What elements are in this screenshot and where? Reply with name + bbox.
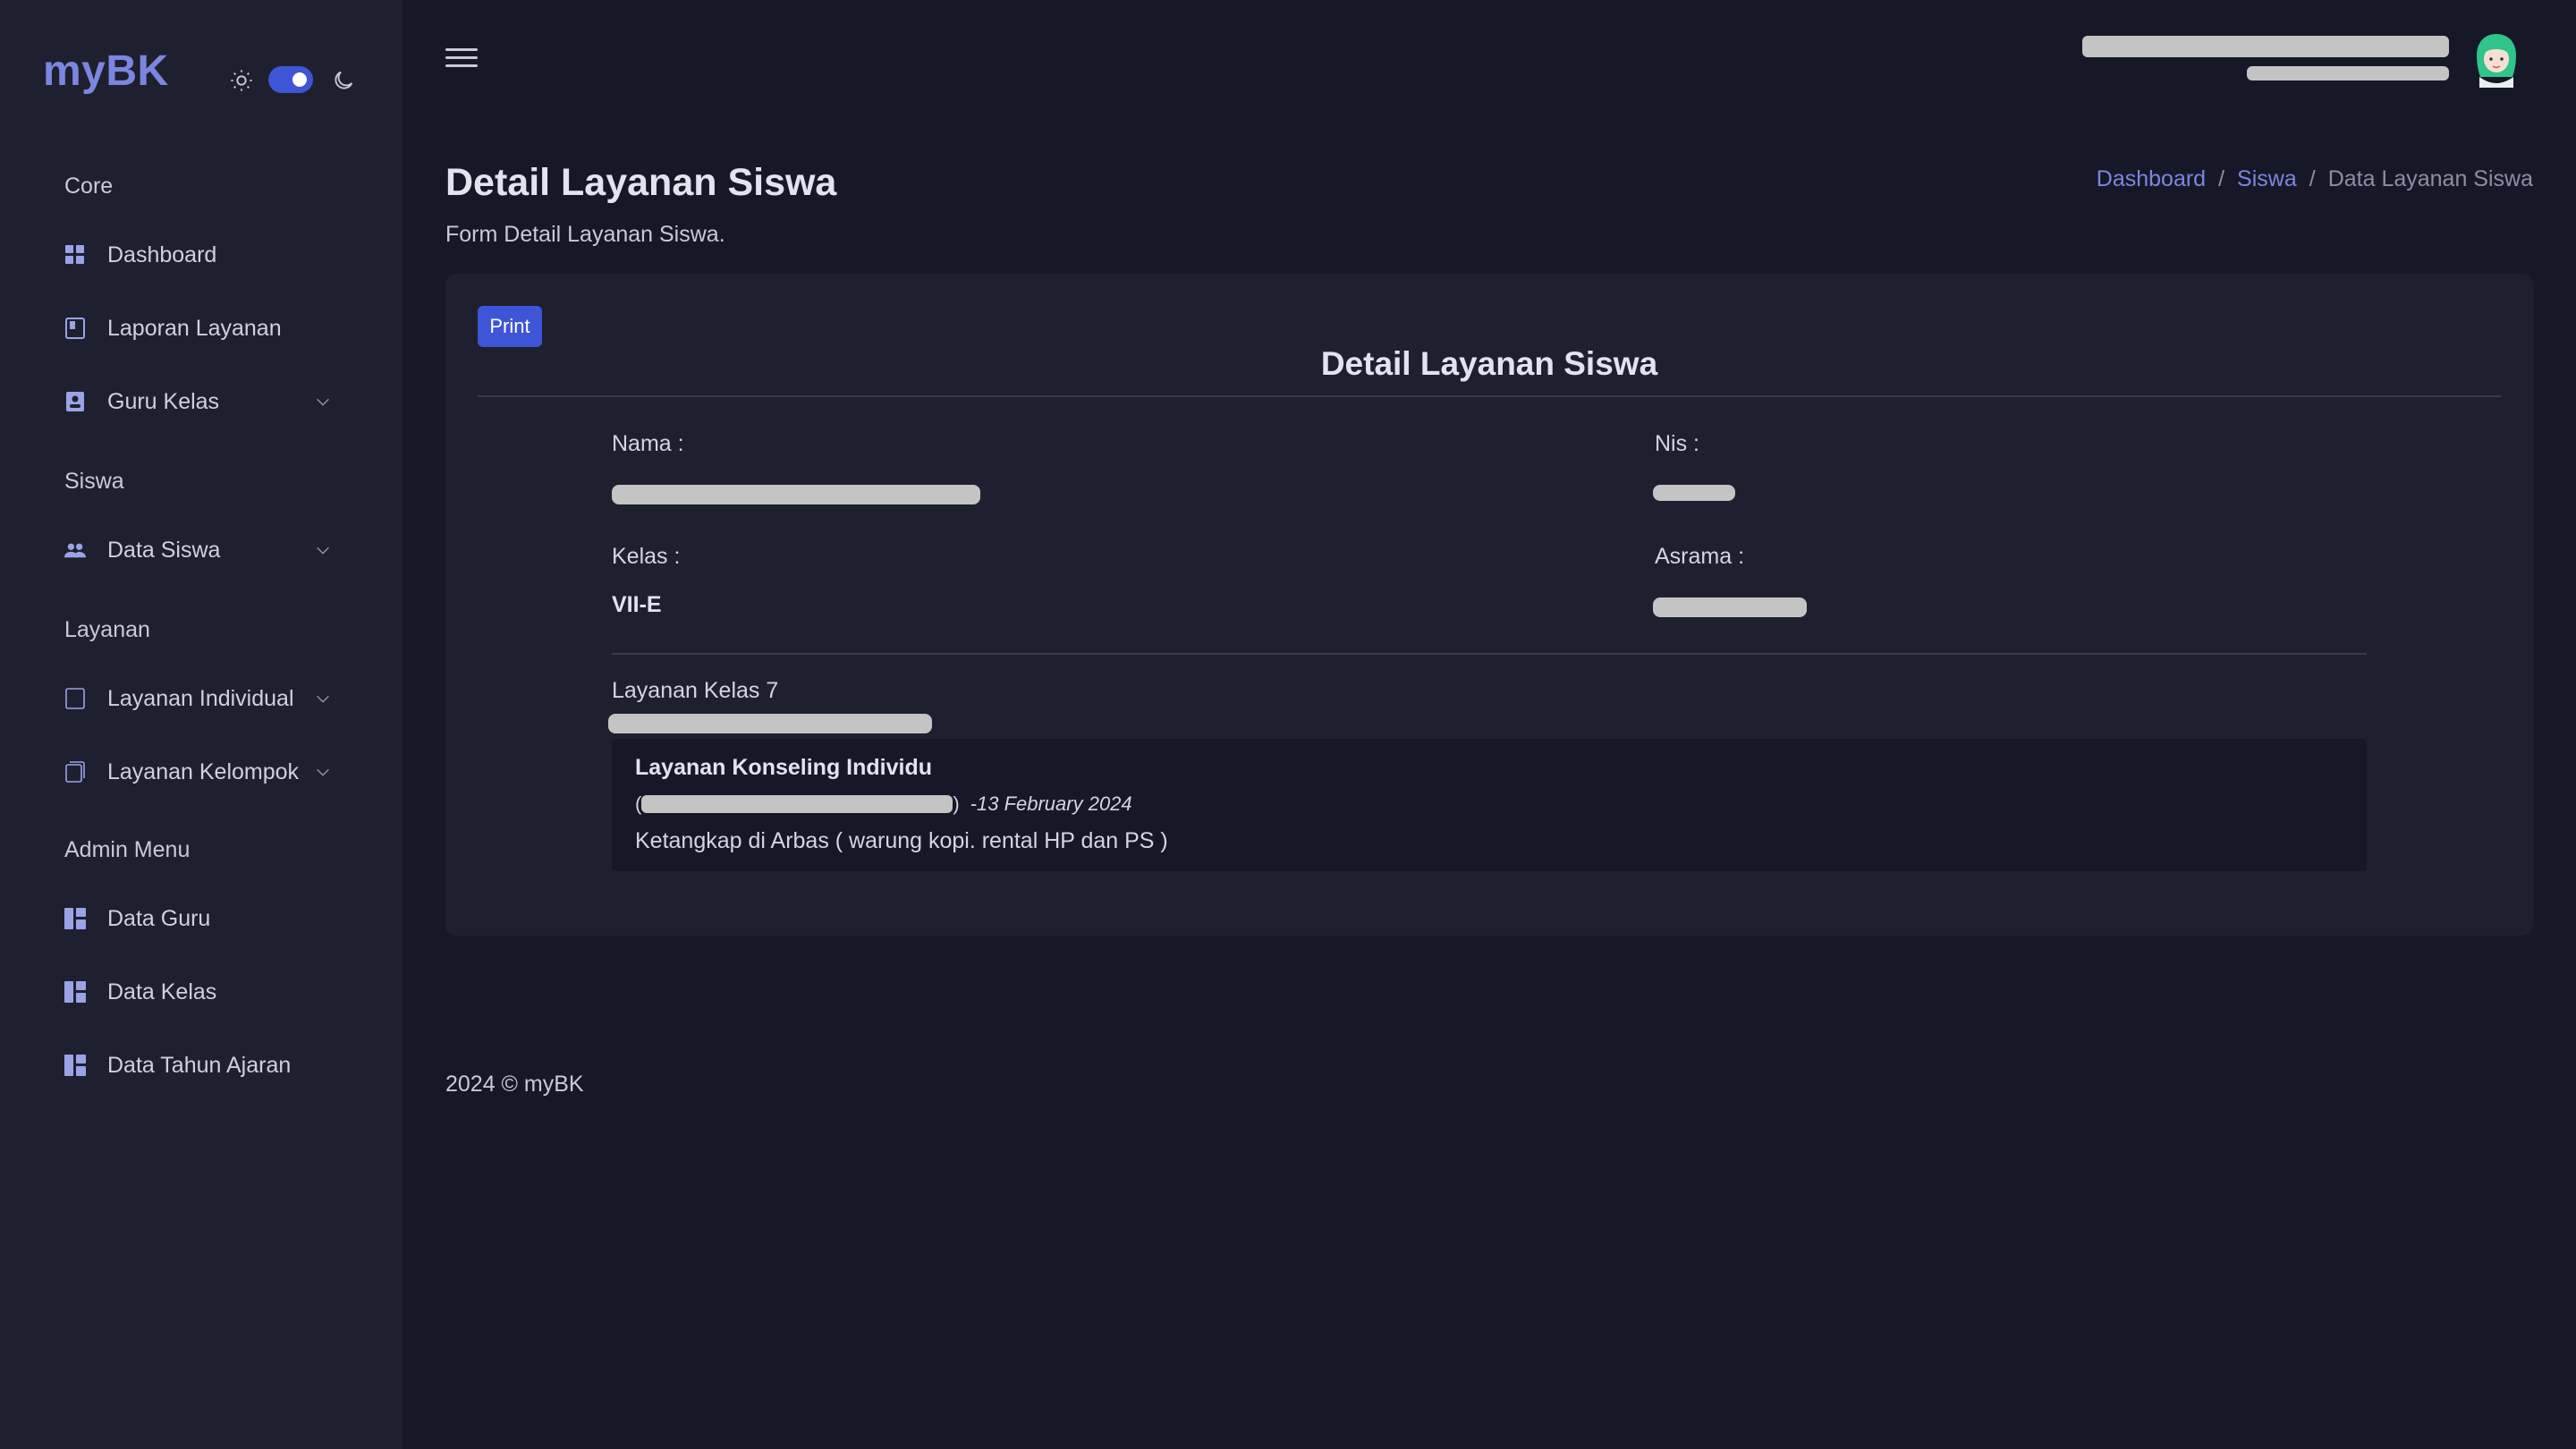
sidebar-item-data-guru[interactable]: Data Guru xyxy=(50,891,354,946)
user-avatar[interactable] xyxy=(2472,32,2521,88)
paren-close: ) xyxy=(953,792,960,815)
hamburger-line xyxy=(445,64,478,67)
print-button[interactable]: Print xyxy=(478,306,542,347)
footer: 2024 © myBK xyxy=(445,1072,584,1097)
counselor-name-redacted xyxy=(608,714,932,733)
brand-logo[interactable]: myBK xyxy=(43,47,169,96)
chevron-down-icon xyxy=(317,768,329,776)
service-description: Ketangkap di Arbas ( warung kopi. rental… xyxy=(635,828,1168,853)
kelas-value: VII-E xyxy=(612,592,662,617)
chevron-down-icon xyxy=(317,695,329,703)
card-title: Detail Layanan Siswa xyxy=(1320,345,1658,382)
sidebar-item-dashboard[interactable]: Dashboard xyxy=(50,227,354,283)
service-entry: Layanan Konseling Individu ( ) -13 Febru… xyxy=(612,739,2367,871)
nav-heading-siswa: Siswa xyxy=(64,469,124,494)
grid-icon xyxy=(64,981,86,1003)
user-role-redacted xyxy=(2247,66,2449,80)
grid-icon xyxy=(64,908,86,929)
divider xyxy=(478,395,2501,397)
users-icon xyxy=(64,539,86,561)
detail-card: Print Detail Layanan Siswa Nama : Nis : … xyxy=(445,274,2533,936)
hamburger-line xyxy=(445,48,478,51)
nav-heading-core: Core xyxy=(64,174,114,199)
sidebar-item-label: Layanan Kelompok xyxy=(107,758,300,784)
report-icon xyxy=(64,318,86,339)
sidebar-item-label: Data Guru xyxy=(107,905,211,931)
breadcrumb-siswa[interactable]: Siswa xyxy=(2237,166,2297,192)
asrama-label: Asrama : xyxy=(1655,544,1745,569)
sidebar-item-label: Data Kelas xyxy=(107,979,217,1004)
paren-open: ( xyxy=(635,792,642,815)
moon-icon xyxy=(335,71,353,89)
kelas-label: Kelas : xyxy=(612,544,681,569)
sidebar-item-label: Laporan Layanan xyxy=(107,315,282,341)
nis-value-redacted xyxy=(1653,485,1735,501)
service-meta: ( ) -13 February 2024 xyxy=(635,792,1132,816)
breadcrumb-dashboard[interactable]: Dashboard xyxy=(2097,166,2206,192)
breadcrumb: Dashboard / Siswa / Data Layanan Siswa xyxy=(2097,166,2533,192)
sun-icon xyxy=(231,70,252,91)
sidebar-item-data-siswa[interactable]: Data Siswa xyxy=(50,522,354,578)
sidebar-item-data-tahun-ajaran[interactable]: Data Tahun Ajaran xyxy=(50,1038,354,1093)
copy-icon xyxy=(64,761,86,783)
nav-heading-admin-menu: Admin Menu xyxy=(64,837,191,862)
sidebar-item-layanan-kelompok[interactable]: Layanan Kelompok xyxy=(50,744,354,800)
service-date: -13 February 2024 xyxy=(970,792,1132,815)
nama-value-redacted xyxy=(612,485,980,504)
nama-label: Nama : xyxy=(612,431,684,456)
breadcrumb-current: Data Layanan Siswa xyxy=(2327,166,2533,191)
sidebar-item-label: Layanan Individual xyxy=(107,685,294,711)
sidebar-item-layanan-individual[interactable]: Layanan Individual xyxy=(50,671,354,726)
user-name-redacted xyxy=(2082,36,2449,57)
menu-toggle-button[interactable] xyxy=(445,48,478,75)
sidebar: myBK Core Dashboard Laporan Layanan Guru… xyxy=(0,0,402,1449)
nis-label: Nis : xyxy=(1655,431,1699,456)
sidebar-item-guru-kelas[interactable]: Guru Kelas xyxy=(50,374,354,429)
sidebar-item-laporan-layanan[interactable]: Laporan Layanan xyxy=(50,301,354,356)
sidebar-item-label: Data Tahun Ajaran xyxy=(107,1052,292,1078)
dark-mode-toggle[interactable] xyxy=(268,66,313,93)
service-staff-redacted xyxy=(641,795,953,813)
sidebar-item-label: Data Siswa xyxy=(107,537,221,563)
sidebar-item-data-kelas[interactable]: Data Kelas xyxy=(50,964,354,1020)
divider xyxy=(612,653,2367,655)
dashboard-icon xyxy=(64,244,86,266)
breadcrumb-separator: / xyxy=(2218,166,2225,191)
chevron-down-icon xyxy=(317,547,329,555)
sidebar-item-label: Dashboard xyxy=(107,242,217,267)
section-title: Layanan Kelas 7 xyxy=(612,678,779,703)
page-subtitle: Form Detail Layanan Siswa. xyxy=(445,222,725,247)
breadcrumb-separator: / xyxy=(2309,166,2316,191)
hamburger-line xyxy=(445,56,478,59)
service-name: Layanan Konseling Individu xyxy=(635,755,932,780)
sidebar-item-label: Guru Kelas xyxy=(107,388,220,414)
chevron-down-icon xyxy=(317,398,329,406)
square-icon xyxy=(64,688,86,709)
teacher-icon xyxy=(64,391,86,412)
asrama-value-redacted xyxy=(1653,597,1807,617)
page-title: Detail Layanan Siswa xyxy=(445,161,837,204)
nav-heading-layanan: Layanan xyxy=(64,617,150,642)
grid-icon xyxy=(64,1055,86,1076)
